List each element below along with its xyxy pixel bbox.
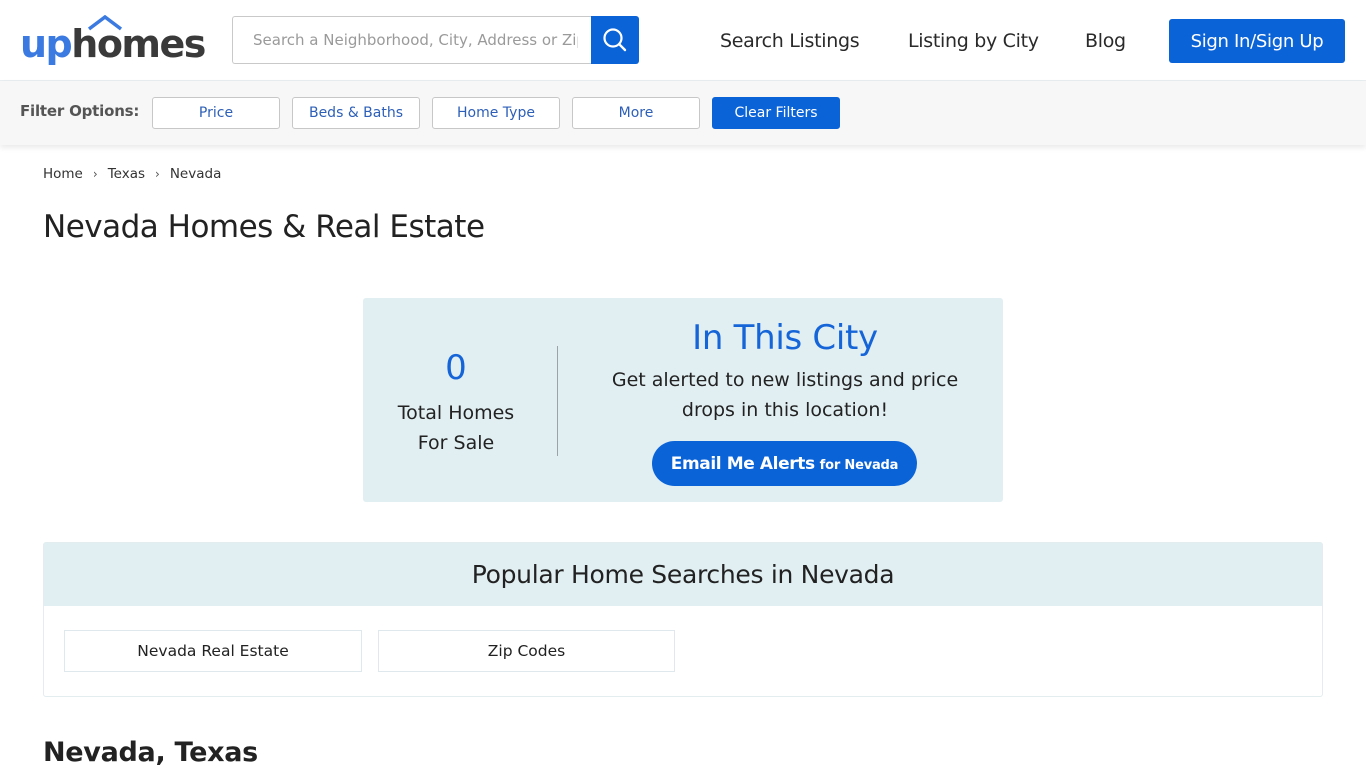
chevron-right-icon: › — [155, 167, 160, 181]
breadcrumb-texas[interactable]: Texas — [108, 166, 145, 182]
logo-up: up — [20, 22, 73, 66]
uphomes-logo[interactable]: uphomes — [20, 14, 206, 66]
alert-description: Get alerted to new listings and price dr… — [611, 369, 959, 421]
chevron-right-icon: › — [92, 167, 98, 181]
logo-homes: homes — [71, 22, 206, 66]
total-homes-count: 0 — [445, 348, 467, 388]
total-homes-label: Total Homes For Sale — [397, 402, 515, 454]
filter-bar: Filter Options: Price Beds & Baths Home … — [0, 81, 1366, 145]
popular-searches-title: Popular Home Searches in Nevada — [44, 543, 1322, 606]
filter-price-button[interactable]: Price — [152, 97, 280, 129]
page-title: Nevada Homes & Real Estate — [43, 209, 485, 245]
search-icon — [603, 28, 627, 52]
search-input[interactable] — [232, 16, 592, 64]
breadcrumb-home[interactable]: Home — [43, 166, 83, 182]
email-alerts-button[interactable]: Email Me Alerts for Nevada — [652, 441, 917, 486]
search-bar — [232, 16, 639, 64]
filter-beds-baths-button[interactable]: Beds & Baths — [292, 97, 420, 129]
nav-search-listings[interactable]: Search Listings — [720, 30, 860, 52]
search-button[interactable] — [591, 16, 639, 64]
filter-home-type-button[interactable]: Home Type — [432, 97, 560, 129]
popular-searches-panel: Popular Home Searches in Nevada Nevada R… — [43, 542, 1323, 697]
popular-link-zip-codes[interactable]: Zip Codes — [378, 630, 675, 672]
site-header: uphomes Search Listings Listing by City … — [0, 0, 1366, 81]
nav-listing-by-city[interactable]: Listing by City — [908, 30, 1039, 52]
sign-in-button[interactable]: Sign In/Sign Up — [1169, 19, 1345, 63]
nav-blog[interactable]: Blog — [1085, 30, 1126, 52]
breadcrumb: Home › Texas › Nevada — [43, 166, 221, 182]
clear-filters-button[interactable]: Clear Filters — [712, 97, 840, 129]
vertical-divider — [557, 346, 558, 456]
alert-title: In This City — [692, 318, 878, 358]
filter-more-button[interactable]: More — [572, 97, 700, 129]
city-alert-panel: 0 Total Homes For Sale In This City Get … — [363, 298, 1003, 502]
section-title: Nevada, Texas — [43, 737, 258, 768]
popular-link-real-estate[interactable]: Nevada Real Estate — [64, 630, 362, 672]
breadcrumb-current: Nevada — [169, 166, 222, 182]
filter-options-label: Filter Options: — [20, 102, 140, 120]
